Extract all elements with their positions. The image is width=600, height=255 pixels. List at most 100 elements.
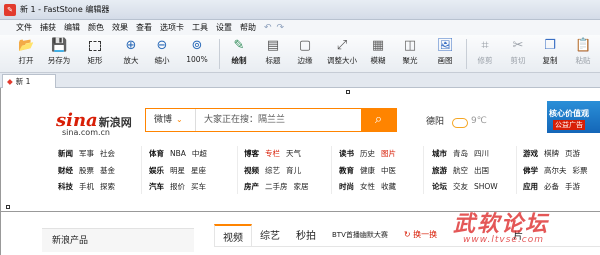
nav-link[interactable]: 图片 [381,146,396,163]
nav-link[interactable]: 佛学 [523,163,538,180]
nav-link[interactable]: 科技 [58,179,73,196]
nav-link[interactable]: 旅游 [432,163,447,180]
zoom-out-button[interactable]: ⊖ 缩小 [150,36,174,72]
menu-settings[interactable]: 设置 [212,22,236,33]
spotlight-button[interactable]: ◫ 聚光 [397,36,423,72]
faststone-app-icon[interactable]: ✎ [4,3,16,16]
nav-link[interactable]: 高尔夫 [544,163,567,180]
nav-link[interactable]: 城市 [432,146,447,163]
draw-button[interactable]: ✎ 绘制 [226,36,252,72]
nav-link[interactable]: 游戏 [523,146,538,163]
tab-variety[interactable]: 综艺 [252,224,288,246]
menu-help[interactable]: 帮助 [236,22,260,33]
nav-link[interactable]: 新闻 [58,146,73,163]
sina-logo[interactable]: sina新浪网 sina.com.cn [56,110,132,137]
paste-button[interactable]: 📋 粘贴 [570,36,596,72]
open-button[interactable]: 📂 打开 [13,36,39,72]
nav-link[interactable]: 中超 [192,146,207,163]
nav-link[interactable]: 天气 [286,146,301,163]
nav-link[interactable]: 娱乐 [149,163,164,180]
nav-link[interactable]: 博客 [244,146,259,163]
save-as-button[interactable]: 💾 另存为 [43,36,75,72]
resize-handle-top[interactable] [346,90,350,94]
nav-link[interactable]: 体育 [149,146,164,163]
tab-video[interactable]: 视频 [214,224,252,246]
nav-link[interactable]: 手游 [565,179,580,196]
nav-link[interactable]: 教育 [339,163,354,180]
search-category-select[interactable]: 微博 ⌄ [146,109,196,131]
nav-link[interactable]: 手机 [79,179,94,196]
search-button[interactable]: ⌕ [361,109,396,131]
redo-arrow-icon[interactable]: ↷ [277,23,290,33]
nav-link[interactable]: 历史 [360,146,375,163]
nav-link[interactable]: 交友 [453,179,468,196]
resize-handle-left[interactable] [6,205,10,209]
nav-link[interactable]: 视频 [244,163,259,180]
menu-tabs[interactable]: 选项卡 [156,22,188,33]
nav-link[interactable]: 应用 [523,179,538,196]
nav-link[interactable]: 航空 [453,163,468,180]
nav-link[interactable]: 健康 [360,163,375,180]
nav-link[interactable]: 彩票 [573,163,588,180]
nav-link[interactable]: 股票 [79,163,94,180]
menu-file[interactable]: 文件 [12,22,36,33]
nav-link[interactable]: 星座 [191,163,206,180]
nav-link[interactable]: 读书 [339,146,354,163]
nav-link[interactable]: 育儿 [286,163,301,180]
weather-widget[interactable]: 德阳 9℃ [426,114,487,128]
image-canvas[interactable]: sina新浪网 sina.com.cn 微博 ⌄ 大家正在搜：隔兰兰 ⌕ 德阳 9… [0,88,600,255]
menu-effects[interactable]: 效果 [108,22,132,33]
nav-link[interactable]: 房产 [244,179,259,196]
nav-link[interactable]: NBA [170,146,186,163]
nav-link[interactable]: 女性 [360,179,375,196]
nav-link[interactable]: 二手房 [265,179,288,196]
nav-link[interactable]: 基金 [100,163,115,180]
nav-link[interactable]: 军事 [79,146,94,163]
edge-button[interactable]: ▢ 边缘 [292,36,318,72]
nav-link[interactable]: 汽车 [149,179,164,196]
ad-banner[interactable]: 核心价值观 公益广告 [547,101,600,133]
nav-link[interactable]: 财经 [58,163,73,180]
nav-link[interactable]: SHOW [474,179,498,196]
zoom-100-button[interactable]: ⊚ 100% [181,36,213,72]
nav-link[interactable]: 综艺 [265,163,280,180]
menu-view[interactable]: 查看 [132,22,156,33]
nav-link[interactable]: 中医 [381,163,396,180]
nav-link[interactable]: 社会 [100,146,115,163]
nav-link[interactable]: 必备 [544,179,559,196]
refresh-button[interactable]: ↻ 换一换 [396,224,445,246]
menu-capture[interactable]: 捕获 [36,22,60,33]
tab-pictures[interactable]: 片 [505,224,531,246]
nav-link[interactable]: 专栏 [265,146,280,163]
nav-link[interactable]: 收藏 [381,179,396,196]
caption-button[interactable]: ▤ 标题 [260,36,286,72]
nav-link[interactable]: 时尚 [339,179,354,196]
nav-link[interactable]: 家居 [294,179,309,196]
menu-colors[interactable]: 颜色 [84,22,108,33]
nav-link[interactable]: 出国 [474,163,489,180]
nav-link[interactable]: 买车 [191,179,206,196]
zoom-in-button[interactable]: ⊕ 放大 [119,36,143,72]
nav-link[interactable]: 青岛 [453,146,468,163]
crop-button[interactable]: ⌗ 修剪 [472,36,498,72]
nav-link[interactable]: 明星 [170,163,185,180]
nav-link[interactable]: 探索 [100,179,115,196]
nav-link[interactable]: 四川 [474,146,489,163]
tab-miaopai[interactable]: 秒拍 [288,224,324,246]
nav-link[interactable]: 报价 [170,179,185,196]
tab-btv-contest[interactable]: BTV首播幽默大赛 [324,224,396,246]
resize-button[interactable]: ⤢ 调整大小 [323,36,361,72]
paint-button[interactable]: 🖼 画图 [430,36,460,72]
tab-document-1[interactable]: ◆ 新 1 [2,74,56,88]
cut-button[interactable]: ✂ 剪切 [505,36,531,72]
search-input[interactable]: 大家正在搜：隔兰兰 [196,109,361,131]
nav-link[interactable]: 论坛 [432,179,447,196]
nav-link[interactable]: 棋牌 [544,146,559,163]
menu-edit[interactable]: 编辑 [60,22,84,33]
copy-button[interactable]: ❐ 复制 [537,36,563,72]
blur-button[interactable]: ▦ 模糊 [365,36,391,72]
undo-arrow-icon[interactable]: ↶ [264,23,277,33]
nav-link[interactable]: 页游 [565,146,580,163]
rect-select-button[interactable]: 矩形 [80,36,110,72]
menu-tools[interactable]: 工具 [188,22,212,33]
